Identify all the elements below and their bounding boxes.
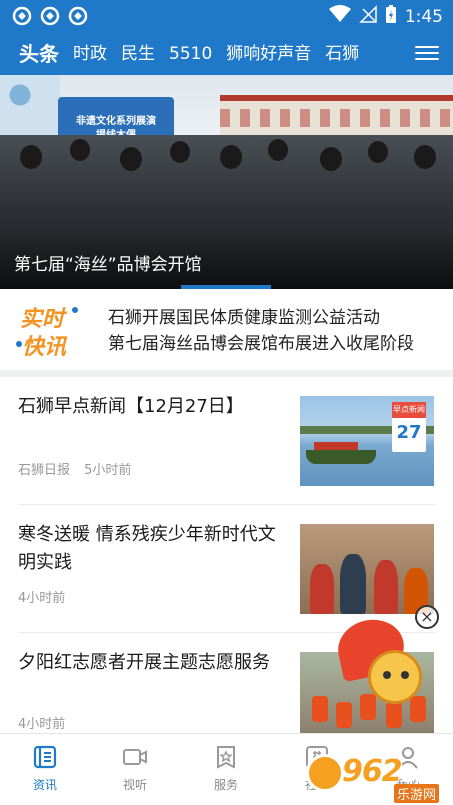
tab-good-voice[interactable]: 狮响好声音 [219, 33, 318, 75]
notification-app-icon [12, 6, 32, 26]
status-right: 1:45 [328, 4, 443, 29]
wifi-icon [328, 5, 351, 28]
tab-5510[interactable]: 5510 [162, 33, 219, 75]
news-title: 夕阳红志愿者开展主题志愿服务 [18, 652, 270, 673]
news-title: 石狮早点新闻【12月27日】 [18, 396, 244, 417]
realtime-flash: 实时 快讯 石狮开展国民体质健康监测公益活动 第七届海丝品博会展馆布展进入收尾阶… [0, 289, 453, 370]
channel-tab-bar: 头条 时政 民生 5510 狮响好声音 石狮 [0, 33, 453, 75]
news-item[interactable]: 石狮早点新闻【12月27日】 石狮日报 5小时前 早点新闻 27 [0, 377, 453, 505]
nav-news[interactable]: 资讯 [10, 744, 80, 793]
section-separator [0, 370, 453, 377]
floating-mascot-ad[interactable] [332, 613, 430, 720]
news-source: 石狮日报 [18, 463, 71, 478]
news-time: 4小时前 [18, 717, 66, 732]
flash-item[interactable]: 石狮开展国民体质健康监测公益活动 [108, 305, 440, 331]
news-thumbnail [300, 524, 434, 614]
channel-menu-icon[interactable] [415, 42, 439, 66]
status-bar: 1:45 [0, 0, 453, 33]
hero-banner[interactable]: 非遗文化系列展演 提线木偶 第七届“海丝”品博会开馆 [0, 75, 453, 289]
news-meta: 石狮日报 5小时前 [18, 459, 141, 478]
flash-item[interactable]: 第七届海丝品博会展馆布展进入收尾阶段 [108, 331, 440, 357]
video-icon [122, 744, 148, 770]
news-meta: 4小时前 [18, 713, 75, 732]
site-watermark: 962.NET 乐游网 [300, 752, 450, 803]
news-time: 4小时前 [18, 591, 66, 606]
news-title: 寒冬送暖 情系残疾少年新时代文明实践 [18, 524, 276, 573]
notification-app-icon [68, 6, 88, 26]
nav-service[interactable]: 服务 [191, 744, 261, 793]
news-time: 5小时前 [84, 463, 132, 478]
news-thumbnail: 早点新闻 27 [300, 396, 434, 486]
tab-shishi[interactable]: 石狮 [318, 33, 366, 75]
status-time: 1:45 [404, 6, 443, 27]
hero-caption: 第七届“海丝”品博会开馆 [14, 255, 202, 275]
no-signal-icon [359, 5, 377, 28]
watermark-logo-icon [306, 754, 344, 792]
notification-icons [12, 6, 88, 26]
service-icon [213, 744, 239, 770]
news-icon [32, 744, 58, 770]
news-item[interactable]: 寒冬送暖 情系残疾少年新时代文明实践 4小时前 [0, 505, 453, 633]
date-badge: 早点新闻 27 [392, 402, 426, 452]
nav-video[interactable]: 视听 [100, 744, 170, 793]
tab-livelihood[interactable]: 民生 [114, 33, 162, 75]
notification-app-icon [40, 6, 60, 26]
news-meta: 4小时前 [18, 587, 75, 606]
tab-politics[interactable]: 时政 [66, 33, 114, 75]
close-icon[interactable]: × [415, 605, 439, 629]
battery-charging-icon [385, 4, 397, 29]
tab-headlines[interactable]: 头条 [12, 33, 66, 75]
flash-logo: 实时 快讯 [16, 301, 84, 360]
